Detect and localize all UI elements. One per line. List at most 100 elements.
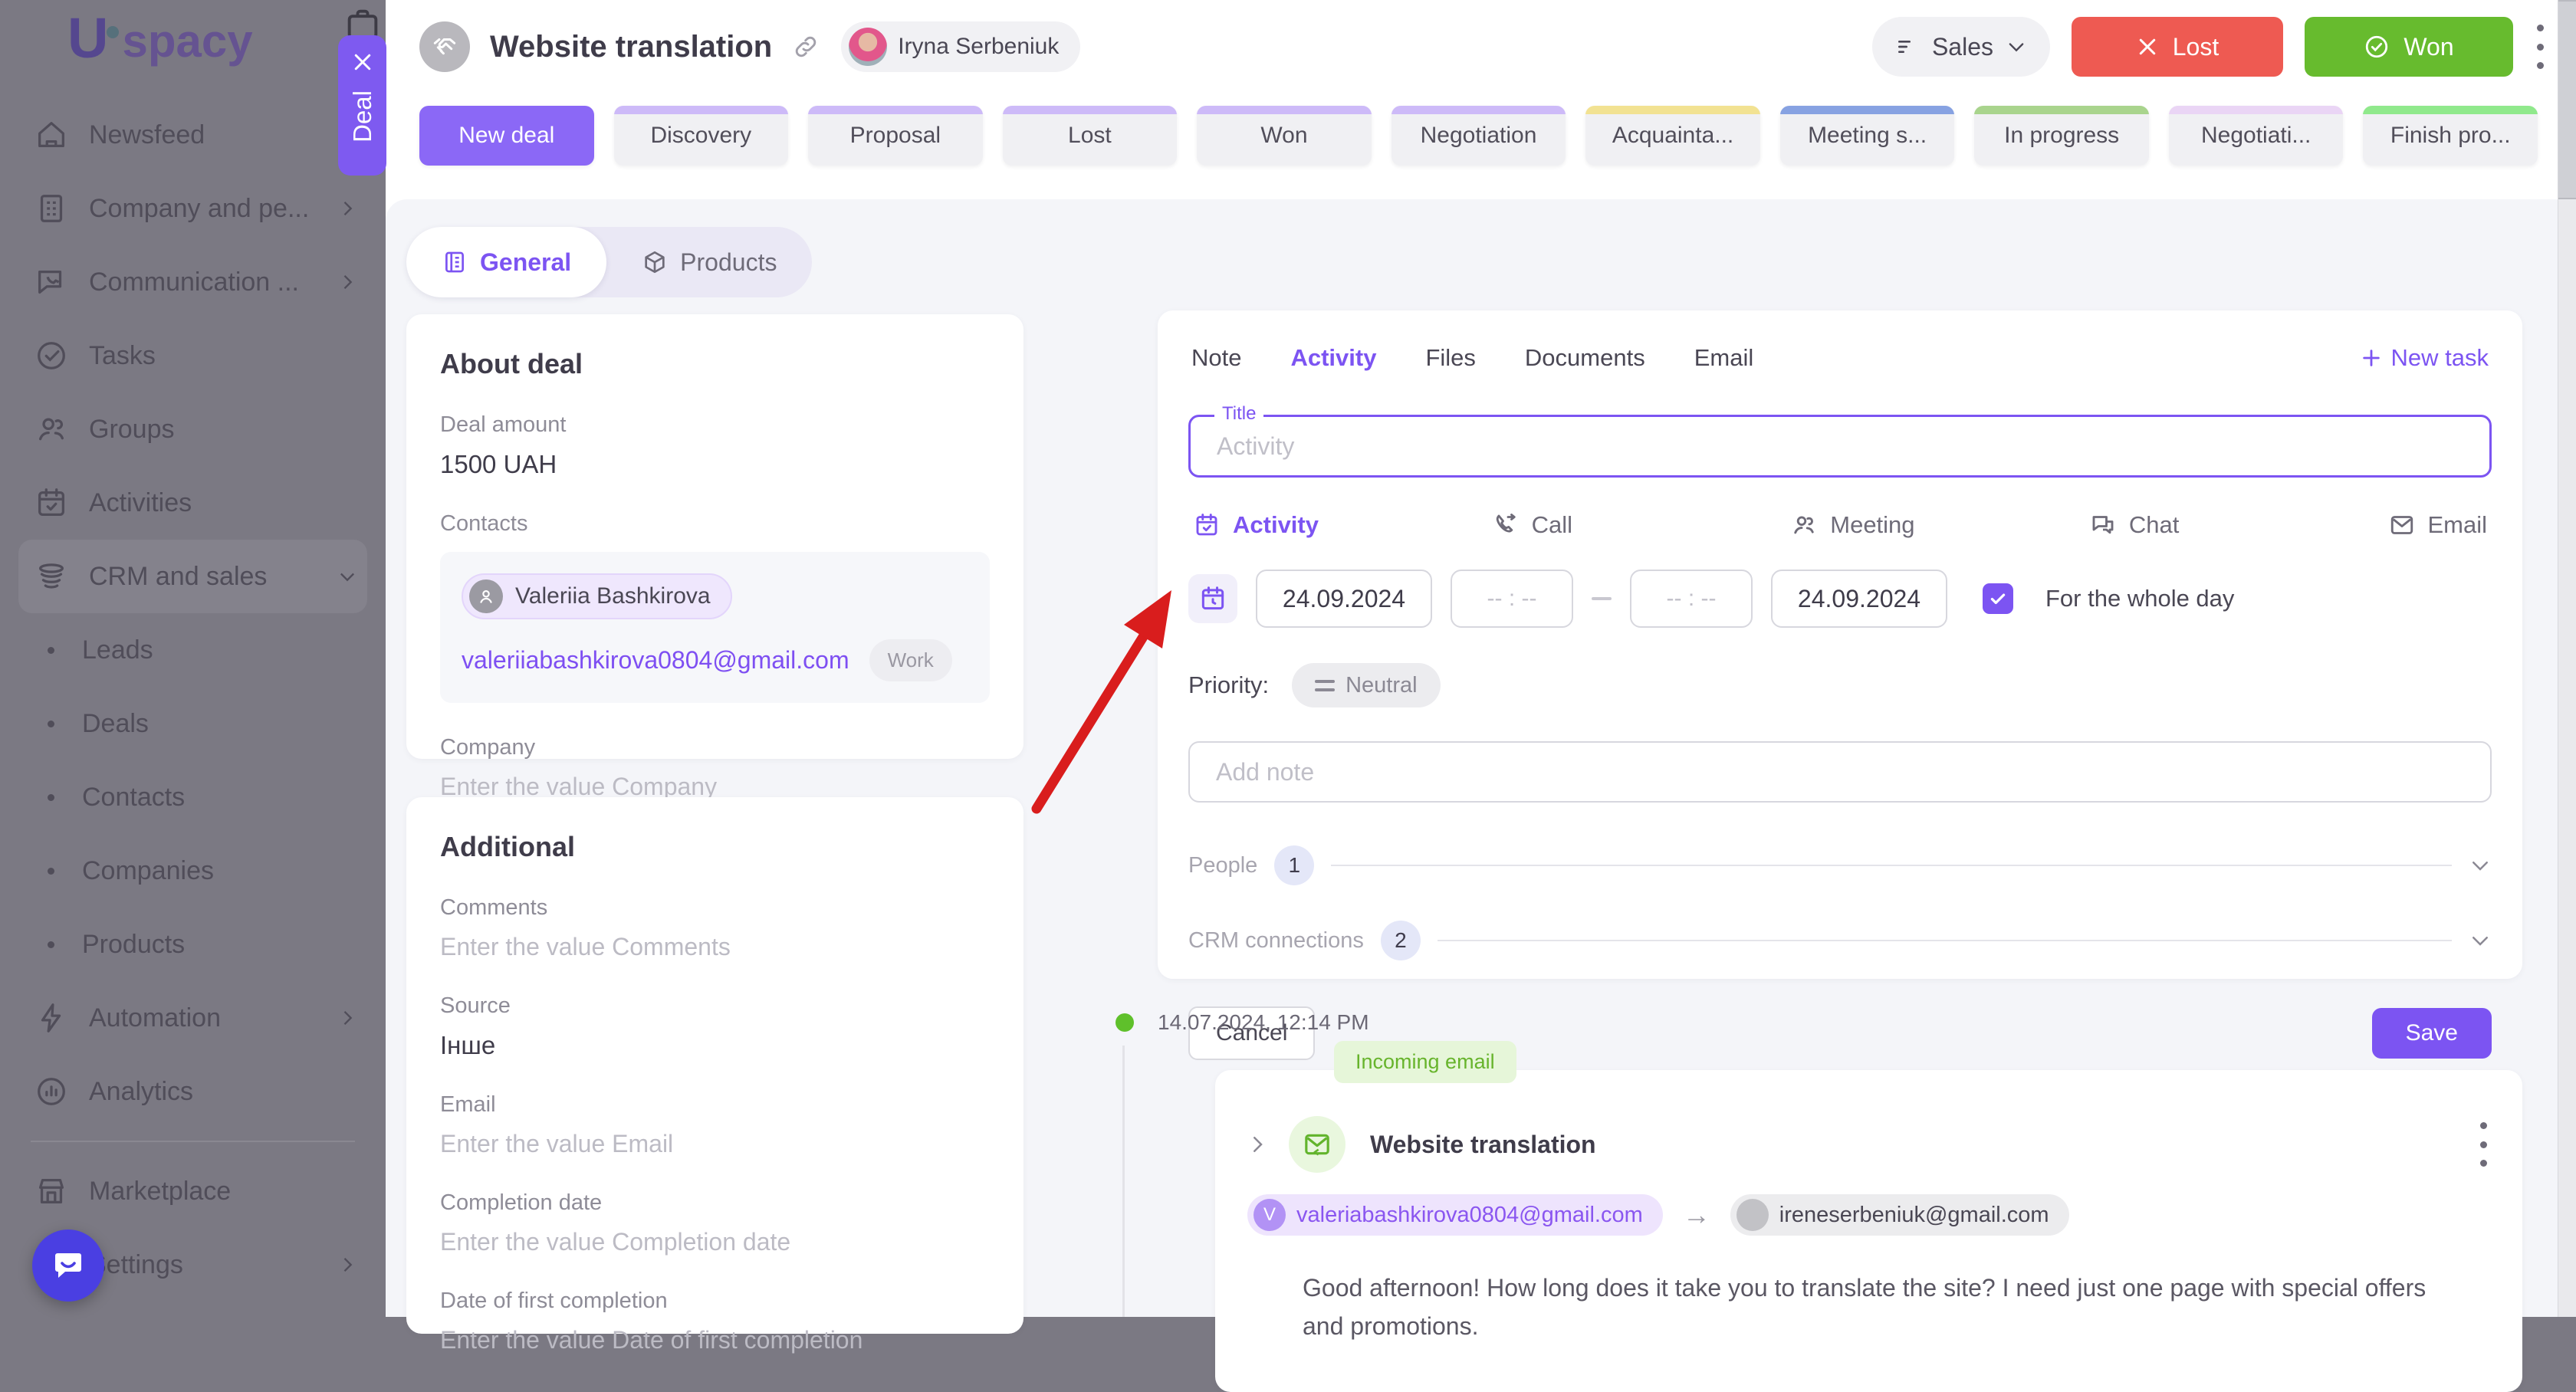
sidebar-subitem-label: Contacts [82,783,185,813]
activity-title-input[interactable] [1188,415,2492,478]
sidebar-item-automation[interactable]: Automation [0,981,386,1055]
stage-label: Lost [1057,123,1122,149]
sidebar-item-groups[interactable]: Groups [0,392,386,466]
sidebar-subitem-companies[interactable]: Companies [0,834,386,908]
date-time-row: 24.09.2024 -- : -- -- : -- 24.09.2024 Fo… [1188,570,2492,628]
sidebar-subitem-leads[interactable]: Leads [0,613,386,687]
won-button[interactable]: Won [2305,17,2513,77]
sidebar-item-crm[interactable]: CRM and sales [18,540,367,613]
end-date-input[interactable]: 24.09.2024 [1771,570,1947,628]
deal-amount-value[interactable]: 1500 UAH [440,450,990,479]
stage-chip-acquaintance[interactable]: Acquainta... [1585,106,1760,166]
sidebar-item-newsfeed[interactable]: Newsfeed [0,98,386,172]
stage-accent [1003,106,1178,114]
tab-products[interactable]: Products [606,227,812,297]
stage-chip-in-progress[interactable]: In progress [1974,106,2149,166]
people-row[interactable]: People 1 [1188,845,2492,885]
close-icon[interactable] [351,51,374,74]
new-task-button[interactable]: New task [2361,344,2489,372]
stage-chip-finish[interactable]: Finish pro... [2363,106,2538,166]
pipeline-select[interactable]: Sales [1872,17,2050,77]
email-addresses: V valeriabashkirova0804@gmail.com → iren… [1247,1194,2489,1236]
calendar-icon [34,485,69,520]
sidebar-subitem-deals[interactable]: Deals [0,687,386,760]
stage-chip-lost[interactable]: Lost [1003,106,1178,166]
sidebar-item-activities[interactable]: Activities [0,466,386,540]
tab-documents[interactable]: Documents [1525,344,1645,372]
from-address-chip[interactable]: V valeriabashkirova0804@gmail.com [1247,1194,1663,1236]
source-value[interactable]: Інше [440,1031,990,1060]
stage-label: Negotiation [1410,123,1548,149]
deal-modal: Website translation Iryna Serbeniuk Sale… [386,0,2576,1317]
type-chat[interactable]: Chat [2089,511,2388,539]
stage-chip-proposal[interactable]: Proposal [808,106,983,166]
stage-chip-discovery[interactable]: Discovery [614,106,789,166]
type-meeting[interactable]: Meeting [1790,511,2089,539]
email-body-text: Good afternoon! How long does it take yo… [1303,1269,2468,1345]
view-tabs: General Products [406,227,812,297]
sidebar-item-label: Groups [89,415,358,445]
sidebar-item-tasks[interactable]: Tasks [0,319,386,392]
type-call[interactable]: Call [1492,511,1791,539]
stage-chip-meeting[interactable]: Meeting s... [1780,106,1955,166]
type-activity[interactable]: Activity [1193,511,1492,539]
more-menu-button[interactable] [2535,18,2545,75]
sidebar-item-company[interactable]: Company and pe... [0,172,386,245]
owner-chip[interactable]: Iryna Serbeniuk [841,21,1080,72]
tab-files[interactable]: Files [1425,344,1475,372]
start-date-input[interactable]: 24.09.2024 [1256,570,1432,628]
box-icon [642,249,668,275]
sidebar-item-marketplace[interactable]: Marketplace [0,1154,386,1228]
chevron-down-icon[interactable] [2469,854,2492,877]
stage-chip-negotiation-2[interactable]: Negotiati... [2169,106,2344,166]
contact-email-link[interactable]: valeriiabashkirova0804@gmail.com [462,646,849,675]
document-icon [442,249,468,275]
deal-avatar [419,21,470,72]
email-more-button[interactable] [2478,1116,2489,1173]
end-time-input[interactable]: -- : -- [1630,570,1753,628]
contact-chip[interactable]: Valeriia Bashkirova [462,573,732,619]
save-button[interactable]: Save [2372,1008,2492,1059]
completion-date-placeholder[interactable]: Enter the value Completion date [440,1228,990,1256]
lightning-icon [34,1000,69,1036]
uspacy-logo[interactable]: U spacy [0,0,386,64]
contact-name: Valeriia Bashkirova [515,583,711,609]
crm-connections-row[interactable]: CRM connections 2 [1188,921,2492,960]
first-completion-placeholder[interactable]: Enter the value Date of first completion [440,1326,990,1354]
chat-launcher-button[interactable] [32,1229,104,1302]
stage-chip-new-deal[interactable]: New deal [419,106,594,166]
contacts-label: Contacts [440,511,990,537]
stage-accent [1585,106,1760,114]
sidebar-item-communication[interactable]: Communication ... [0,245,386,319]
sidebar-subitem-contacts[interactable]: Contacts [0,760,386,834]
priority-chip[interactable]: Neutral [1292,663,1441,707]
tab-email[interactable]: Email [1694,344,1754,372]
add-note-input[interactable] [1188,741,2492,803]
person-icon [476,586,496,606]
tab-general[interactable]: General [406,227,606,297]
tab-note[interactable]: Note [1191,344,1241,372]
stage-chip-negotiation[interactable]: Negotiation [1392,106,1566,166]
scrollbar-thumb[interactable] [2558,0,2576,199]
tab-activity[interactable]: Activity [1290,344,1376,372]
to-address-chip[interactable]: ireneserbeniuk@gmail.com [1730,1194,2069,1236]
whole-day-label[interactable]: For the whole day [2045,585,2234,612]
deal-panel-tab[interactable]: Deal [338,35,386,176]
email-subject[interactable]: Website translation [1370,1131,1596,1159]
expand-chevron-icon[interactable] [1246,1133,1269,1156]
comments-placeholder[interactable]: Enter the value Comments [440,933,990,961]
chevron-down-icon[interactable] [2469,929,2492,952]
first-completion-label: Date of first completion [440,1289,990,1314]
stage-chip-won[interactable]: Won [1197,106,1372,166]
lost-button[interactable]: Lost [2072,17,2283,77]
scrollbar[interactable] [2558,0,2576,1317]
email-placeholder[interactable]: Enter the value Email [440,1130,990,1158]
type-email[interactable]: Email [2388,511,2488,539]
whole-day-checkbox[interactable] [1983,583,2013,614]
calendar-picker-button[interactable] [1188,574,1237,623]
storefront-icon [34,1174,69,1209]
link-icon[interactable] [792,33,820,61]
sidebar-subitem-products[interactable]: Products [0,908,386,981]
start-time-input[interactable]: -- : -- [1451,570,1573,628]
sidebar-item-analytics[interactable]: Analytics [0,1055,386,1128]
